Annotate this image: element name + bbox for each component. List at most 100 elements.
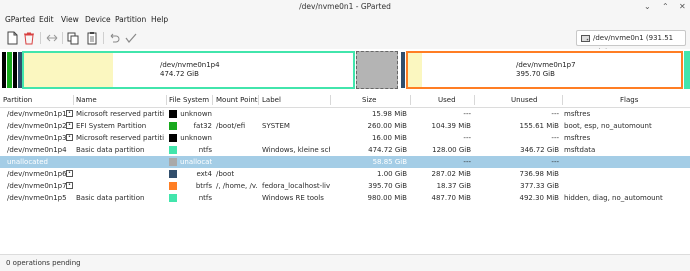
menu-partition[interactable]: Partition bbox=[115, 13, 146, 27]
toolbar-separator bbox=[103, 32, 104, 44]
filesystem-cell: btrfs bbox=[195, 182, 212, 190]
col-flags[interactable]: Flags bbox=[620, 93, 638, 107]
mountpoint-cell: /, /home, /v... bbox=[216, 182, 258, 190]
partition-block-p5[interactable] bbox=[684, 51, 690, 89]
filesystem-cell: ntfs bbox=[198, 146, 212, 154]
partition-p7-size: 395.70 GiB bbox=[516, 70, 555, 78]
partition-block-p6[interactable] bbox=[401, 52, 405, 88]
col-partition[interactable]: Partition bbox=[3, 93, 32, 107]
mounted-lock-icon: • bbox=[66, 170, 73, 177]
partition-p7-used-fill bbox=[408, 53, 422, 87]
copy-icon[interactable] bbox=[66, 31, 80, 45]
size-cell: 980.00 MiB bbox=[367, 194, 407, 202]
flags-cell: msftdata bbox=[564, 146, 596, 154]
minimize-icon[interactable]: ⌄ bbox=[644, 0, 651, 13]
toolbar-separator bbox=[40, 32, 41, 44]
table-row[interactable]: /dev/nvme0n1p5 Basic data partition ntfs Wi… bbox=[0, 192, 690, 204]
table-row[interactable]: /dev/nvme0n1p6 ext4/boot 1.00 GiB 287.02 Mi… bbox=[0, 168, 690, 180]
partition-cell: unallocated bbox=[7, 158, 48, 166]
new-icon[interactable] bbox=[5, 31, 19, 45]
name-cell: Microsoft reserved partition bbox=[76, 134, 164, 142]
filesystem-color-swatch bbox=[169, 134, 177, 142]
table-row[interactable]: /dev/nvme0n1p1 Microsoft reserved partiti… bbox=[0, 108, 690, 120]
partition-cell: /dev/nvme0n1p5 bbox=[7, 194, 67, 202]
size-cell: 1.00 GiB bbox=[377, 170, 407, 178]
apply-icon[interactable] bbox=[124, 31, 138, 45]
filesystem-color-swatch bbox=[169, 182, 177, 190]
col-filesystem[interactable]: File System bbox=[169, 93, 209, 107]
filesystem-color-swatch bbox=[169, 194, 177, 202]
unallocated-block[interactable] bbox=[356, 51, 398, 89]
size-cell: 16.00 MiB bbox=[371, 134, 407, 142]
drive-icon bbox=[581, 35, 590, 42]
unused-cell: 155.61 MiB bbox=[519, 122, 559, 130]
toolbar-separator bbox=[62, 32, 63, 44]
partition-p4-name: /dev/nvme0n1p4 bbox=[160, 61, 220, 69]
unused-cell: --- bbox=[551, 110, 559, 118]
size-cell: 474.72 GiB bbox=[368, 146, 407, 154]
filesystem-cell: unallocated bbox=[180, 158, 212, 166]
maximize-icon[interactable]: ⌃ bbox=[662, 0, 669, 13]
device-selector[interactable]: /dev/nvme0n1 (931.51 GiB) bbox=[576, 30, 686, 56]
menu-gparted[interactable]: GParted bbox=[5, 13, 35, 27]
unused-cell: 492.30 MiB bbox=[519, 194, 559, 202]
toolbar: /dev/nvme0n1 (931.51 GiB) bbox=[0, 27, 690, 56]
table-row[interactable]: /dev/nvme0n1p4 Basic data partition ntfs Wi… bbox=[0, 144, 690, 156]
window-title: /dev/nvme0n1 - GParted bbox=[299, 2, 391, 11]
paste-icon[interactable] bbox=[85, 31, 99, 45]
filesystem-cell: ext4 bbox=[196, 170, 212, 178]
mounted-lock-icon: • bbox=[66, 134, 73, 141]
filesystem-cell: fat32 bbox=[193, 122, 212, 130]
unused-cell: 377.33 GiB bbox=[520, 182, 559, 190]
partition-p4-size: 474.72 GiB bbox=[160, 70, 199, 78]
partition-block-p1[interactable] bbox=[2, 52, 6, 88]
menu-view[interactable]: View bbox=[61, 13, 79, 27]
col-mountpoint[interactable]: Mount Point bbox=[216, 93, 258, 107]
col-size[interactable]: Size bbox=[362, 93, 376, 107]
filesystem-color-swatch bbox=[169, 110, 177, 118]
col-used[interactable]: Used bbox=[438, 93, 456, 107]
table-row[interactable]: /dev/nvme0n1p3 Microsoft reserved partiti… bbox=[0, 132, 690, 144]
status-bar: 0 operations pending bbox=[0, 254, 690, 271]
unused-cell: --- bbox=[551, 158, 559, 166]
partition-p4-used-fill bbox=[24, 53, 113, 87]
menu-edit[interactable]: Edit bbox=[39, 13, 54, 27]
resize-icon[interactable] bbox=[45, 31, 59, 45]
partition-block-p4[interactable]: /dev/nvme0n1p4 474.72 GiB bbox=[22, 51, 355, 89]
col-name[interactable]: Name bbox=[76, 93, 97, 107]
close-icon[interactable]: ✕ bbox=[679, 0, 686, 13]
unused-cell: 736.98 MiB bbox=[519, 170, 559, 178]
menu-bar: GParted Edit View Device Partition Help bbox=[0, 13, 690, 27]
mounted-lock-icon: • bbox=[66, 182, 73, 189]
filesystem-cell: unknown bbox=[180, 134, 212, 142]
col-label[interactable]: Label bbox=[262, 93, 281, 107]
table-row[interactable]: /dev/nvme0n1p7 btrfs /, /home, /v... fedora… bbox=[0, 180, 690, 192]
table-row[interactable]: /dev/nvme0n1p2 EFI System Partition fat32 /… bbox=[0, 120, 690, 132]
label-cell: fedora_localhost-live bbox=[262, 182, 330, 190]
partition-p7-name: /dev/nvme0n1p7 bbox=[516, 61, 576, 69]
partition-block-p7[interactable]: /dev/nvme0n1p7 395.70 GiB bbox=[406, 51, 683, 89]
table-row[interactable]: unallocated unallocated 58.85 GiB --- --- bbox=[0, 156, 690, 168]
partition-cell: /dev/nvme0n1p7 bbox=[7, 182, 67, 190]
filesystem-color-swatch bbox=[169, 146, 177, 154]
col-unused[interactable]: Unused bbox=[511, 93, 537, 107]
partition-block-p3[interactable] bbox=[13, 52, 17, 88]
partition-cell: /dev/nvme0n1p4 bbox=[7, 146, 67, 154]
flags-cell: msftres bbox=[564, 110, 591, 118]
used-cell: 18.37 GiB bbox=[436, 182, 471, 190]
label-cell: Windows, kleine schijf bbox=[262, 146, 330, 154]
delete-icon[interactable] bbox=[22, 31, 36, 45]
name-cell: Basic data partition bbox=[76, 146, 145, 154]
menu-device[interactable]: Device bbox=[85, 13, 111, 27]
unused-cell: 346.72 GiB bbox=[520, 146, 559, 154]
undo-icon[interactable] bbox=[107, 31, 121, 45]
size-cell: 260.00 MiB bbox=[367, 122, 407, 130]
partition-block-p2[interactable] bbox=[7, 52, 12, 88]
title-bar: /dev/nvme0n1 - GParted bbox=[0, 0, 690, 13]
label-cell: Windows RE tools bbox=[262, 194, 324, 202]
used-cell: 104.39 MiB bbox=[431, 122, 471, 130]
menu-help[interactable]: Help bbox=[151, 13, 168, 27]
filesystem-cell: ntfs bbox=[198, 194, 212, 202]
partition-graph: /dev/nvme0n1p4 474.72 GiB /dev/nvme0n1p7… bbox=[0, 49, 690, 91]
used-cell: --- bbox=[463, 110, 471, 118]
